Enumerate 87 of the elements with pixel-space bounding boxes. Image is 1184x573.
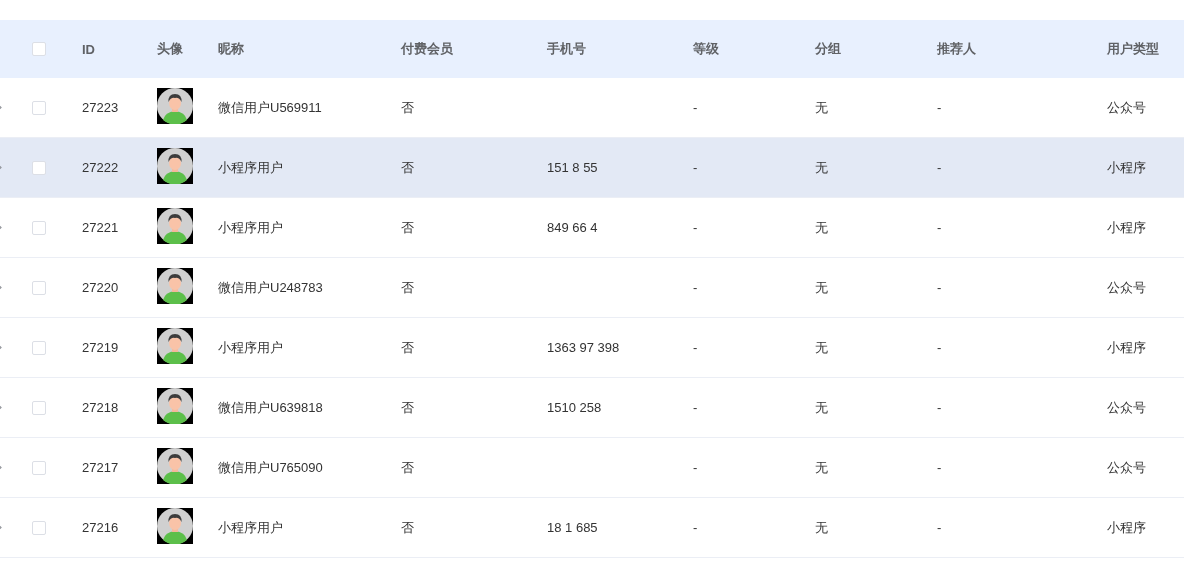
table-cell-text: 27216 [82, 520, 120, 535]
row-checkbox[interactable] [32, 100, 46, 115]
row-checkbox[interactable] [32, 160, 46, 175]
table-cell-text: - [937, 340, 943, 355]
table-cell-text: 否 [401, 218, 415, 237]
table-cell-text: 微信用户U639818 [218, 398, 324, 417]
table-cell-text: 849 66 4 [547, 220, 599, 235]
table-cell-text: 27218 [82, 400, 120, 415]
column-header: 付费会员 [401, 40, 454, 58]
table-cell-text: 否 [401, 458, 415, 477]
table-cell-text: - [937, 100, 943, 115]
table-cell-text: 无 [815, 218, 829, 237]
avatar-icon [157, 208, 193, 244]
table-cell-text: 小程序用户 [218, 338, 284, 357]
table-cell-text: 27220 [82, 280, 120, 295]
column-header: 头像 [157, 40, 184, 58]
table-cell-text: - [937, 520, 943, 535]
row-checkbox[interactable] [32, 280, 46, 295]
table-cell-text: - [937, 160, 943, 175]
table-cell-text: - [693, 400, 699, 415]
avatar-icon [157, 88, 193, 124]
table-cell-text: - [937, 220, 943, 235]
table-cell-text: 否 [401, 338, 415, 357]
row-checkbox[interactable] [32, 520, 46, 535]
table-cell-text: 27217 [82, 460, 120, 475]
row-checkbox[interactable] [32, 220, 46, 235]
column-header: 等级 [693, 40, 720, 58]
table-cell-text: 小程序用户 [218, 158, 284, 177]
table-cell-text: - [937, 460, 943, 475]
table-cell-text: 无 [815, 98, 829, 117]
table-cell-text: 无 [815, 278, 829, 297]
table-cell-text: - [937, 400, 943, 415]
avatar-icon [157, 388, 193, 424]
column-header: 用户类型 [1107, 40, 1160, 58]
column-header: 推荐人 [937, 40, 977, 58]
table-cell-text: 否 [401, 278, 415, 297]
table-cell-text: 无 [815, 338, 829, 357]
table-cell-text: - [693, 160, 699, 175]
avatar-icon [157, 148, 193, 184]
table-cell-text: 无 [815, 518, 829, 537]
table-cell-text: 18 1 685 [547, 520, 599, 535]
table-cell-text: - [693, 100, 699, 115]
table-cell-text: 否 [401, 158, 415, 177]
table-cell-text: 公众号 [1107, 98, 1147, 117]
table-cell-text: 微信用户U248783 [218, 278, 324, 297]
table-cell-text: 微信用户U765090 [218, 458, 324, 477]
table-cell-text: - [693, 520, 699, 535]
table-cell-text: 1510 258 [547, 400, 603, 415]
table-cell-text: 公众号 [1107, 278, 1147, 297]
avatar-icon [157, 508, 193, 544]
table-cell-text: 27221 [82, 220, 120, 235]
column-header: 分组 [815, 40, 842, 58]
table-cell-text: 小程序用户 [218, 518, 284, 537]
column-header: 手机号 [547, 40, 587, 58]
table-cell-text: - [693, 460, 699, 475]
row-checkbox[interactable] [32, 400, 46, 415]
table-cell-text: 1363 97 398 [547, 340, 621, 355]
table-cell-text: 无 [815, 398, 829, 417]
table-cell-text: 否 [401, 98, 415, 117]
table-cell-text: 151 8 55 [547, 160, 599, 175]
table-cell-text: 微信用户U569911 [218, 98, 323, 117]
row-checkbox[interactable] [32, 460, 46, 475]
table-cell-text: 否 [401, 518, 415, 537]
row-checkbox[interactable] [32, 340, 46, 355]
table-cell-text: 小程序 [1107, 158, 1147, 177]
table-cell-text: 公众号 [1107, 398, 1147, 417]
table-cell-text: - [693, 280, 699, 295]
avatar-icon [157, 328, 193, 364]
table-cell-text: 公众号 [1107, 458, 1147, 477]
table-cell-text: 无 [815, 458, 829, 477]
table-cell-text: 无 [815, 158, 829, 177]
avatar-icon [157, 448, 193, 484]
avatar-icon [157, 268, 193, 304]
table-cell-text: - [937, 280, 943, 295]
table-cell-text: 小程序 [1107, 218, 1147, 237]
table-cell-text: 否 [401, 398, 415, 417]
table-cell-text: 小程序用户 [218, 218, 284, 237]
table-cell-text: 小程序 [1107, 338, 1147, 357]
table-cell-text: - [693, 220, 699, 235]
column-header: 昵称 [218, 40, 245, 58]
column-header: ID [82, 41, 96, 57]
table-cell-text: 27223 [82, 100, 120, 115]
table-cell-text: 27219 [82, 340, 120, 355]
table-cell-text: - [693, 340, 699, 355]
select-all-checkbox[interactable] [32, 42, 46, 56]
table-cell-text: 小程序 [1107, 518, 1147, 537]
table-cell-text: 27222 [82, 160, 120, 175]
